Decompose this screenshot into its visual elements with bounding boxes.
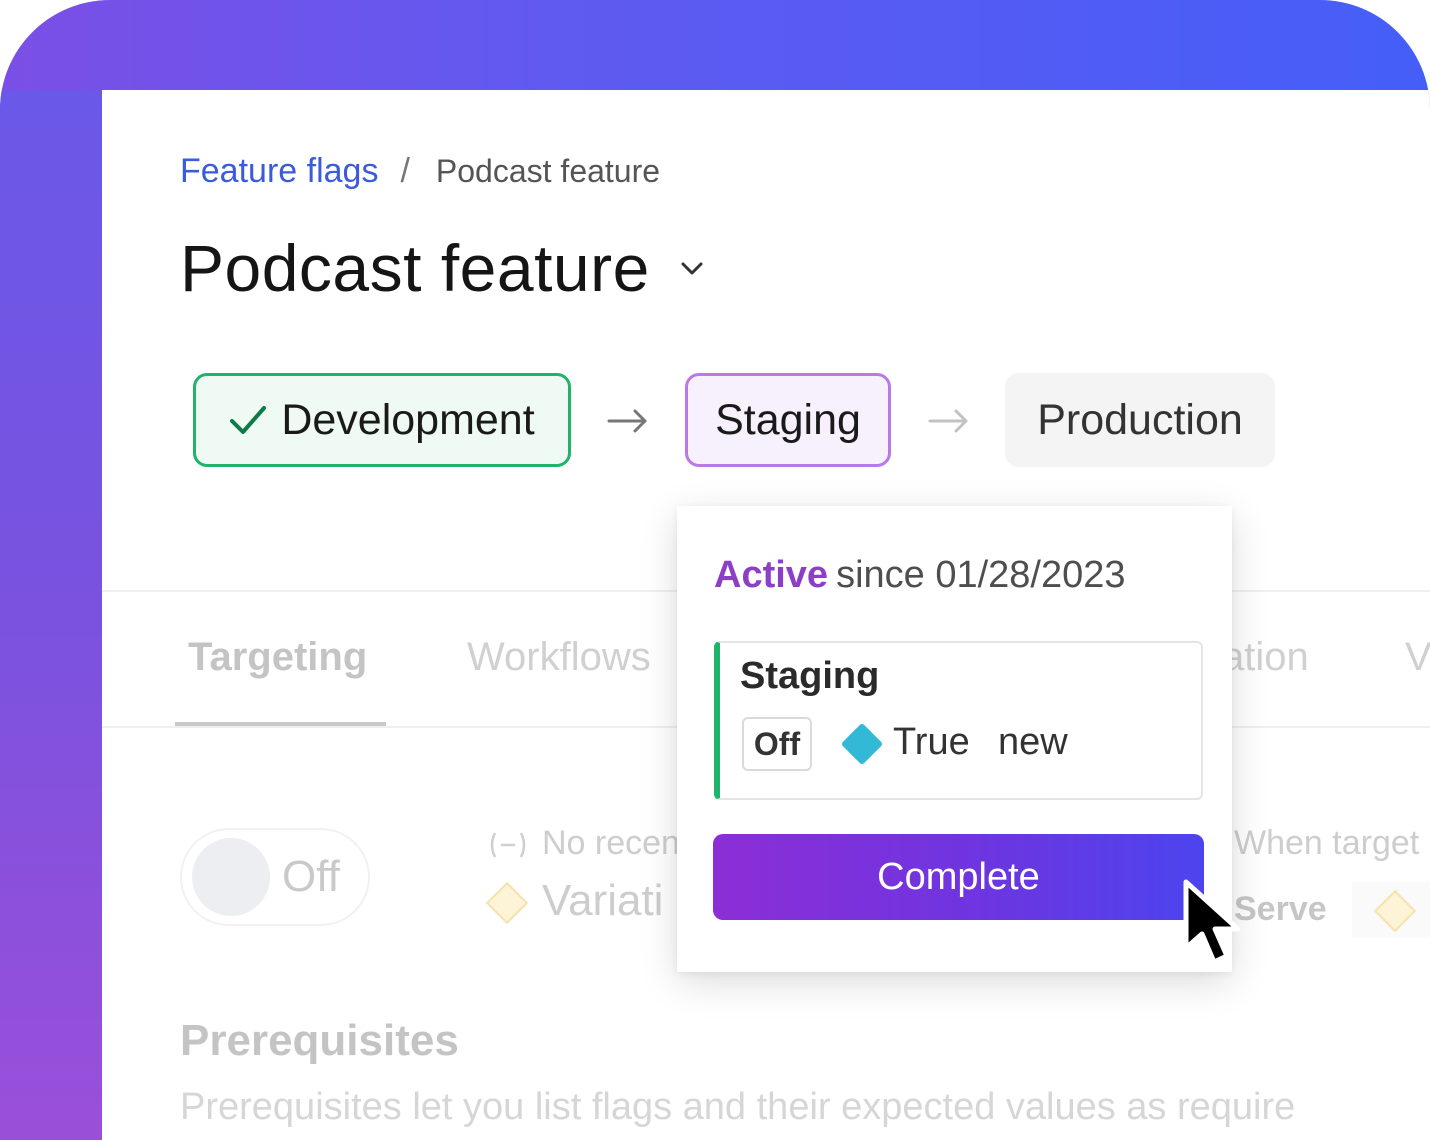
toggle-knob [192, 838, 270, 916]
env-staging[interactable]: Staging [685, 373, 891, 467]
env-staging-label: Staging [715, 395, 861, 444]
breadcrumb-link-feature-flags[interactable]: Feature flags [180, 152, 378, 191]
prerequisites-description: Prerequisites let you list flags and the… [180, 1086, 1296, 1128]
minus-circle-icon [490, 832, 526, 858]
tab-targeting[interactable]: Targeting [188, 635, 367, 680]
breadcrumb-current: Podcast feature [435, 153, 661, 189]
check-icon [230, 406, 267, 434]
no-recent-text: No recen [542, 824, 680, 862]
staging-popover: Active since 01/28/2023 Staging Off True… [677, 506, 1232, 972]
diamond-icon [1373, 889, 1417, 933]
variation-value: new [998, 721, 1068, 763]
variation-name: True [893, 721, 970, 763]
env-production-label: Production [1037, 395, 1243, 444]
diamond-icon [485, 881, 529, 925]
env-production[interactable]: Production [1005, 373, 1275, 467]
status-line: Active since 01/28/2023 [714, 554, 1126, 597]
complete-button[interactable]: Complete [713, 834, 1204, 920]
page-title-row: Podcast feature [180, 230, 704, 306]
env-development-label: Development [281, 395, 535, 444]
prerequisites-heading: Prerequisites [180, 1016, 459, 1065]
stage-card-title: Staging [740, 655, 880, 697]
tab-workflows[interactable]: Workflows [467, 635, 651, 680]
arrow-right-icon [928, 409, 968, 433]
targeting-toggle[interactable]: Off [180, 828, 370, 926]
variation-text: Variati [542, 876, 664, 925]
serve-select[interactable] [1352, 882, 1430, 938]
breadcrumb: Feature flags / Podcast feature [180, 152, 660, 191]
env-development[interactable]: Development [193, 373, 571, 467]
toggle-label: Off [282, 852, 340, 901]
diamond-icon [840, 722, 884, 766]
tab-partial-edge[interactable]: V [1405, 635, 1430, 680]
chevron-down-icon[interactable] [680, 256, 704, 280]
mouse-pointer-icon [1183, 879, 1241, 965]
tab-partial[interactable]: ation [1222, 635, 1309, 680]
arrow-right-icon [607, 409, 647, 433]
status-active: Active [714, 554, 829, 596]
when-target-text: When target [1234, 824, 1420, 862]
breadcrumb-separator: / [400, 152, 410, 190]
page-title: Podcast feature [180, 231, 650, 305]
off-badge: Off [742, 717, 812, 771]
stage-card: Staging Off True new [714, 641, 1203, 800]
status-since: since 01/28/2023 [836, 554, 1126, 596]
